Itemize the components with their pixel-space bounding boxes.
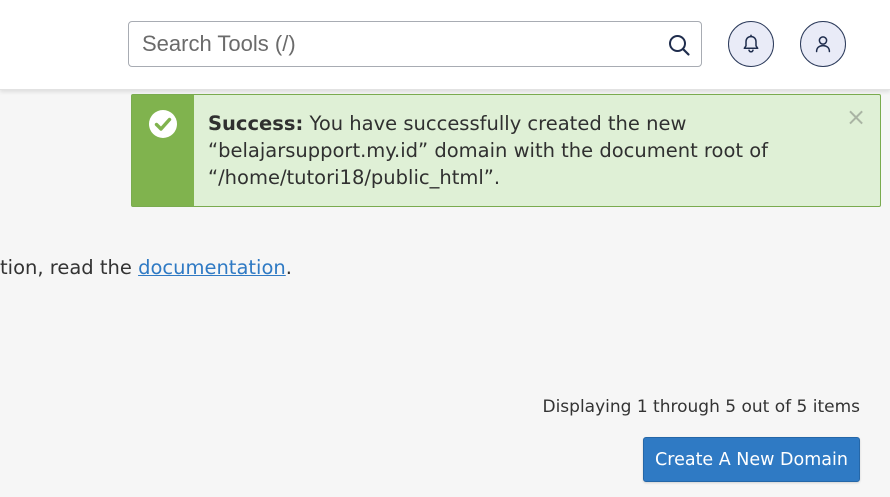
top-header [0,0,890,90]
intro-text: tion, read the documentation. [0,256,292,279]
close-icon[interactable]: × [846,105,866,129]
bell-icon [743,34,759,53]
search-box[interactable] [128,21,702,67]
alert-label: Success: [208,112,304,135]
user-icon [815,36,831,53]
search-input[interactable] [129,22,649,66]
success-alert: Success: You have successfully created t… [131,94,881,207]
alert-message: Success: You have successfully created t… [208,110,808,191]
notifications-button[interactable] [728,21,774,67]
documentation-link[interactable]: documentation [138,256,286,279]
pagination-summary: Displaying 1 through 5 out of 5 items [542,397,860,417]
intro-prefix: tion, read the [0,256,139,279]
create-new-domain-button[interactable]: Create A New Domain [643,437,860,482]
alert-status-bar [132,95,194,206]
search-icon[interactable] [667,33,691,57]
check-circle-icon [149,110,177,138]
user-menu-button[interactable] [800,21,846,67]
intro-suffix: . [285,256,292,279]
